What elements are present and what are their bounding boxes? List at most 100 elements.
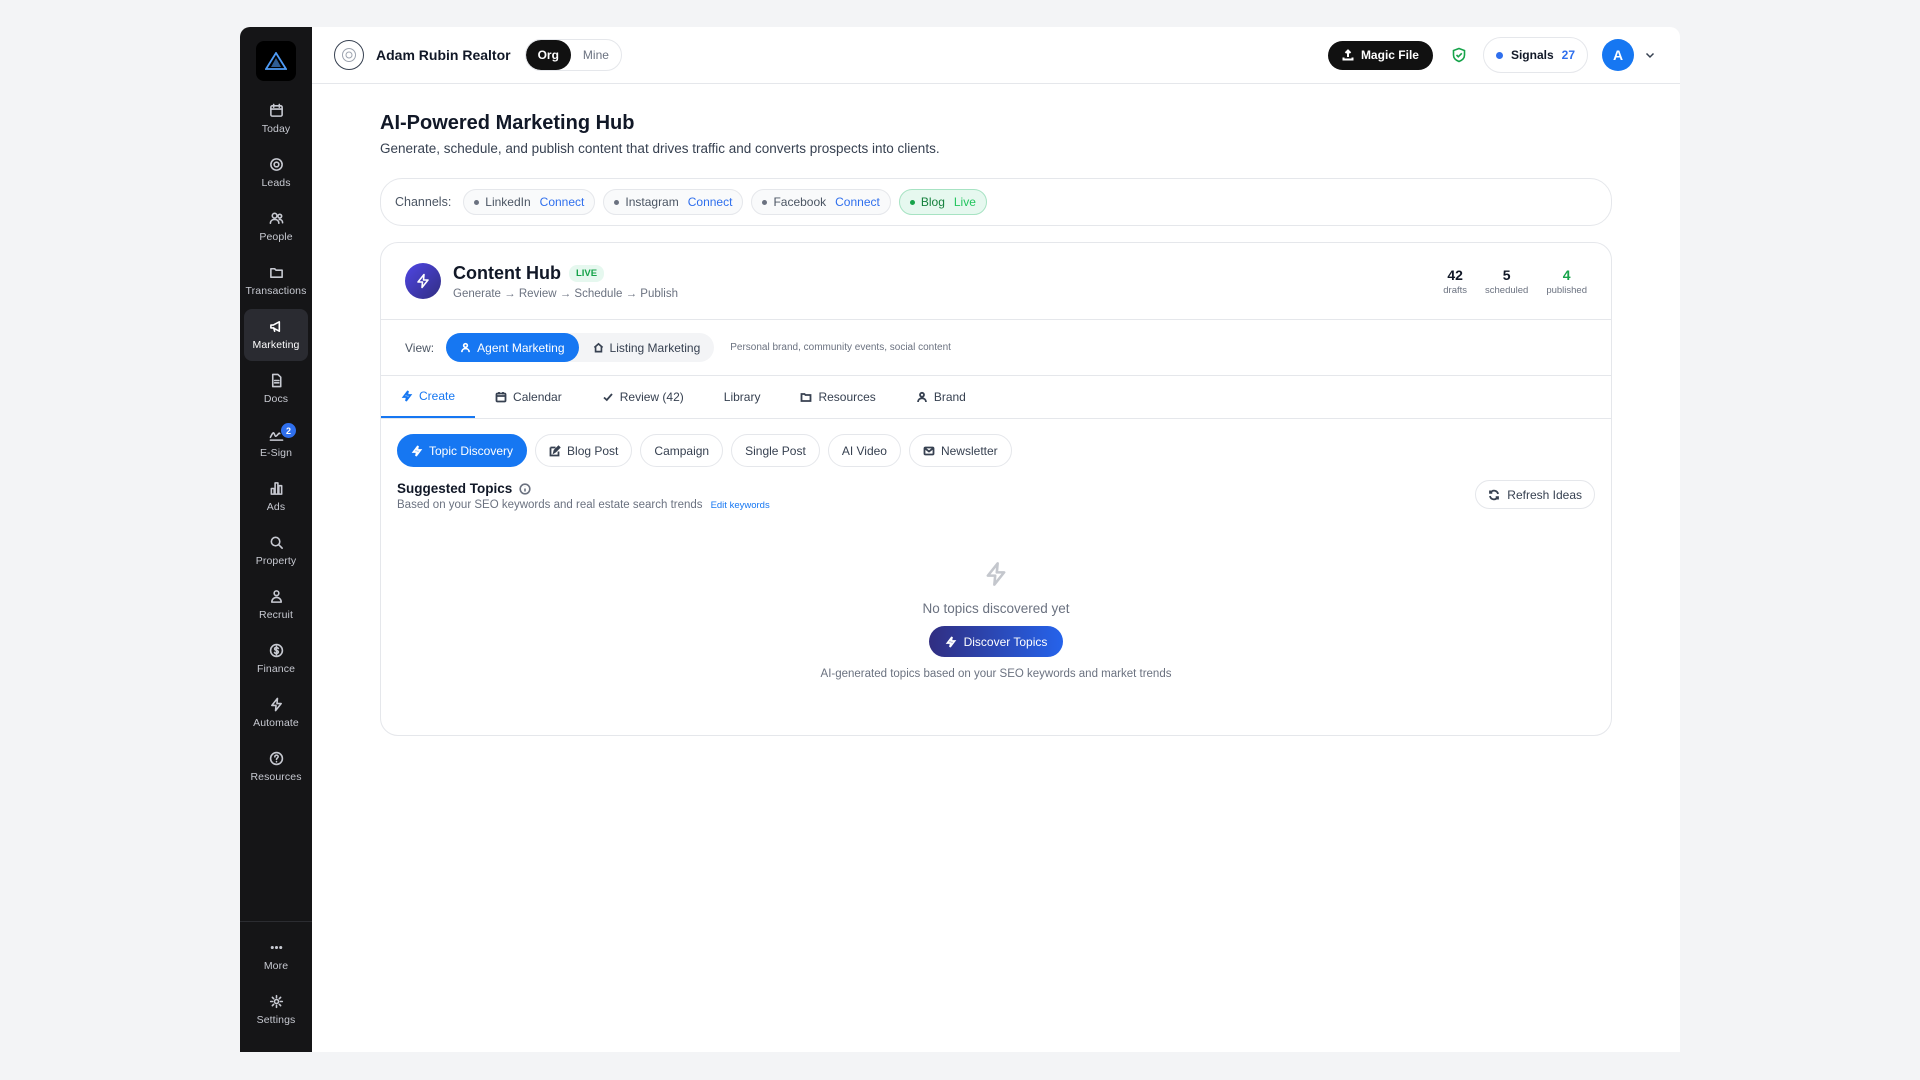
sidebar-item-resources[interactable]: Resources: [244, 741, 308, 793]
sidebar-item-label: E-Sign: [259, 447, 293, 459]
channel-connect-link[interactable]: Connect: [835, 195, 880, 209]
stat-label: scheduled: [1485, 284, 1529, 296]
type-topic-discovery[interactable]: Topic Discovery: [397, 434, 528, 467]
top-right-controls: Magic File Signals 27 A: [1327, 37, 1656, 73]
edit-keywords-link[interactable]: Edit keywords: [711, 500, 770, 511]
status-dot: [474, 199, 480, 205]
view-listing-marketing[interactable]: Listing Marketing: [579, 333, 715, 362]
tab-label: Brand: [933, 390, 966, 404]
org-avatar[interactable]: [334, 40, 364, 70]
channel-name: LinkedIn: [485, 195, 531, 209]
page-content: AI-Powered Marketing Hub Generate, sched…: [312, 84, 1680, 736]
document-icon: [271, 373, 282, 388]
refresh-ideas-button[interactable]: Refresh Ideas: [1475, 480, 1595, 509]
empty-state-note: AI-generated topics based on your SEO ke…: [820, 668, 1172, 680]
sidebar-item-label: Automate: [253, 717, 299, 729]
sidebar-item-recruit[interactable]: Recruit: [244, 579, 308, 631]
suggested-topics-subtitle: Based on your SEO keywords and real esta…: [397, 499, 703, 511]
sidebar-item-people[interactable]: People: [244, 201, 308, 253]
empty-state: No topics discovered yet Discover Topics…: [381, 511, 1611, 680]
tab-calendar[interactable]: Calendar: [475, 376, 582, 418]
dollar-icon: [269, 643, 283, 658]
sidebar-item-label: Today: [261, 123, 291, 135]
magic-file-button[interactable]: Magic File: [1327, 40, 1433, 70]
sidebar-item-settings[interactable]: Settings: [244, 984, 308, 1036]
magic-file-label: Magic File: [1360, 48, 1419, 62]
sidebar-item-leads[interactable]: Leads: [244, 147, 308, 199]
stat-published: 4 published: [1546, 267, 1587, 296]
page-title: AI-Powered Marketing Hub: [380, 112, 635, 134]
suggested-topics-header: Suggested Topics Based on your SEO keywo…: [381, 467, 1611, 511]
sidebar-item-label: Finance: [256, 663, 296, 675]
tab-library[interactable]: Library: [704, 376, 781, 418]
hub-tabs: Create Calendar Review (42) Library Reso…: [381, 376, 1611, 419]
view-row: View: Agent Marketing Listing Marketing …: [381, 320, 1611, 376]
live-badge: LIVE: [568, 264, 605, 282]
search-icon: [270, 536, 283, 549]
sidebar-item-marketing[interactable]: Marketing: [244, 309, 308, 361]
tab-create[interactable]: Create: [381, 376, 476, 418]
upload-icon: [1342, 49, 1354, 61]
shield-check-icon[interactable]: [1451, 47, 1467, 63]
folder-icon: [801, 393, 812, 402]
stat-label: published: [1546, 284, 1587, 296]
sidebar-item-finance[interactable]: Finance: [244, 633, 308, 685]
sidebar-bottom: More Settings: [240, 921, 312, 1052]
type-label: AI Video: [841, 443, 887, 458]
bolt-icon: [270, 697, 282, 712]
tab-brand[interactable]: Brand: [896, 376, 986, 418]
type-label: Single Post: [745, 443, 806, 458]
app-logo[interactable]: [256, 41, 296, 81]
type-single-post[interactable]: Single Post: [731, 434, 820, 467]
type-campaign[interactable]: Campaign: [640, 434, 724, 467]
stat-drafts: 42 drafts: [1443, 267, 1467, 296]
view-agent-marketing[interactable]: Agent Marketing: [446, 333, 579, 362]
sidebar-item-docs[interactable]: Docs: [244, 363, 308, 415]
channel-blog[interactable]: Blog Live: [898, 189, 987, 215]
sidebar-item-automate[interactable]: Automate: [244, 687, 308, 739]
bolt-icon: [411, 444, 423, 457]
type-label: Newsletter: [940, 443, 998, 458]
type-newsletter[interactable]: Newsletter: [908, 434, 1012, 467]
sidebar-item-transactions[interactable]: Transactions: [244, 255, 308, 307]
sidebar-item-e-sign[interactable]: E-Sign 2: [244, 417, 308, 469]
user-icon: [461, 342, 471, 353]
calendar-icon: [269, 103, 283, 117]
discover-topics-button[interactable]: Discover Topics: [928, 626, 1064, 657]
content-hub-title-row: Content Hub LIVE: [453, 263, 678, 284]
view-listing-label: Listing Marketing: [609, 340, 701, 355]
channel-connect-link[interactable]: Connect: [688, 195, 733, 209]
tab-label: Library: [723, 390, 761, 404]
tab-review[interactable]: Review (42): [582, 376, 704, 418]
channel-instagram[interactable]: Instagram Connect: [603, 189, 744, 215]
channel-linkedin[interactable]: LinkedIn Connect: [463, 189, 596, 215]
status-dot: [909, 199, 915, 205]
sidebar-item-today[interactable]: Today: [244, 93, 308, 145]
channel-connect-link[interactable]: Connect: [540, 195, 585, 209]
sidebar-item-ads[interactable]: Ads: [244, 471, 308, 523]
scope-mine-option[interactable]: Mine: [571, 40, 621, 70]
sidebar-item-property[interactable]: Property: [244, 525, 308, 577]
sidebar-item-label: Property: [255, 555, 297, 567]
tab-resources[interactable]: Resources: [780, 376, 895, 418]
type-blog-post[interactable]: Blog Post: [535, 434, 633, 467]
view-label: View:: [405, 340, 435, 355]
sidebar-item-more[interactable]: More: [244, 930, 308, 982]
suggested-topics-subtitle-row: Based on your SEO keywords and real esta…: [397, 499, 770, 511]
refresh-ideas-label: Refresh Ideas: [1507, 487, 1582, 502]
type-ai-video[interactable]: AI Video: [827, 434, 901, 467]
sidebar-item-label: Leads: [261, 177, 291, 189]
scope-org-option[interactable]: Org: [525, 40, 571, 70]
channel-name: Blog: [920, 195, 945, 209]
chevron-down-icon[interactable]: [1644, 49, 1656, 61]
channel-facebook[interactable]: Facebook Connect: [751, 189, 891, 215]
bolt-icon: [983, 561, 1009, 592]
info-icon[interactable]: [519, 482, 531, 495]
page-subtitle: Generate, schedule, and publish content …: [380, 141, 940, 156]
signals-label: Signals: [1510, 48, 1554, 62]
signals-button[interactable]: Signals 27: [1482, 37, 1588, 73]
view-agent-label: Agent Marketing: [477, 340, 565, 355]
user-avatar[interactable]: A: [1602, 39, 1634, 71]
status-dot: [614, 199, 620, 205]
stat-value: 4: [1562, 266, 1571, 283]
